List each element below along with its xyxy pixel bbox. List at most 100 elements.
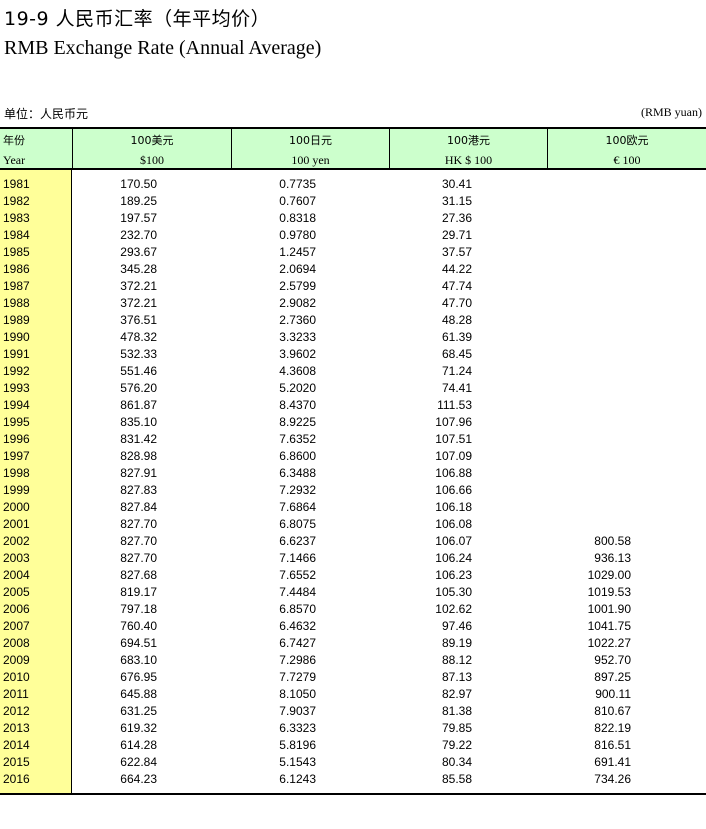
cell-jpy: 5.1543 bbox=[279, 755, 316, 769]
cell-usd: 619.32 bbox=[120, 721, 157, 735]
cell-year: 1997 bbox=[3, 449, 30, 463]
cell-year: 1984 bbox=[3, 228, 30, 242]
cell-jpy: 3.9602 bbox=[279, 347, 316, 361]
cell-eur: 816.51 bbox=[594, 738, 631, 752]
cell-eur: 952.70 bbox=[594, 653, 631, 667]
cell-usd: 861.87 bbox=[120, 398, 157, 412]
table-row: 1992 551.46 4.3608 71.24 bbox=[0, 363, 706, 380]
table-row: 2002 827.70 6.6237 106.07 800.58 bbox=[0, 533, 706, 550]
cell-usd: 551.46 bbox=[120, 364, 157, 378]
table-row: 2009 683.10 7.2986 88.12 952.70 bbox=[0, 652, 706, 669]
cell-jpy: 6.1243 bbox=[279, 772, 316, 786]
cell-year: 2014 bbox=[3, 738, 30, 752]
cell-usd: 232.70 bbox=[120, 228, 157, 242]
cell-year: 1987 bbox=[3, 279, 30, 293]
cell-usd: 622.84 bbox=[120, 755, 157, 769]
cell-year: 1989 bbox=[3, 313, 30, 327]
cell-jpy: 1.2457 bbox=[279, 245, 316, 259]
cell-hkd: 74.41 bbox=[441, 381, 472, 395]
table-row: 1988 372.21 2.9082 47.70 bbox=[0, 295, 706, 312]
header-eur: 100欧元 € 100 bbox=[548, 129, 706, 168]
cell-eur: 1022.27 bbox=[587, 636, 631, 650]
cell-eur: 900.11 bbox=[595, 687, 631, 701]
cell-usd: 760.40 bbox=[120, 619, 157, 633]
cell-hkd: 106.88 bbox=[435, 466, 472, 480]
cell-hkd: 111.53 bbox=[437, 398, 472, 412]
table-header: 年份 Year 100美元 $100 100日元 100 yen 100港元 H… bbox=[0, 127, 706, 170]
cell-hkd: 102.62 bbox=[435, 602, 472, 616]
cell-hkd: 31.15 bbox=[441, 194, 472, 208]
table-row: 2013 619.32 6.3323 79.85 822.19 bbox=[0, 720, 706, 737]
cell-year: 2016 bbox=[3, 772, 30, 786]
cell-year: 2013 bbox=[3, 721, 30, 735]
unit-label-cn: 单位：人民币元 bbox=[4, 107, 89, 121]
cell-hkd: 79.85 bbox=[441, 721, 472, 735]
cell-hkd: 44.22 bbox=[441, 262, 472, 276]
cell-hkd: 106.23 bbox=[435, 568, 472, 582]
table-row: 2008 694.51 6.7427 89.19 1022.27 bbox=[0, 635, 706, 652]
cell-usd: 293.67 bbox=[120, 245, 157, 259]
cell-jpy: 0.8318 bbox=[279, 211, 316, 225]
table-row: 2000 827.84 7.6864 106.18 bbox=[0, 499, 706, 516]
cell-jpy: 7.6352 bbox=[279, 432, 316, 446]
header-year: 年份 Year bbox=[0, 129, 73, 168]
cell-year: 1990 bbox=[3, 330, 30, 344]
table-row: 1995 835.10 8.9225 107.96 bbox=[0, 414, 706, 431]
cell-year: 2001 bbox=[3, 517, 30, 531]
cell-jpy: 7.2932 bbox=[279, 483, 316, 497]
cell-jpy: 6.4632 bbox=[279, 619, 316, 633]
table-row: 2003 827.70 7.1466 106.24 936.13 bbox=[0, 550, 706, 567]
table-row: 1991 532.33 3.9602 68.45 bbox=[0, 346, 706, 363]
header-year-cn: 年份 bbox=[3, 134, 25, 147]
cell-jpy: 7.2986 bbox=[279, 653, 316, 667]
header-hkd-cn: 100港元 bbox=[447, 134, 490, 147]
cell-hkd: 107.09 bbox=[435, 449, 472, 463]
cell-usd: 827.70 bbox=[120, 517, 157, 531]
header-jpy: 100日元 100 yen bbox=[232, 129, 390, 168]
cell-usd: 827.68 bbox=[120, 568, 157, 582]
header-usd-cn: 100美元 bbox=[130, 134, 174, 147]
unit-label-en: (RMB yuan) bbox=[641, 105, 702, 119]
cell-hkd: 47.70 bbox=[441, 296, 472, 310]
cell-hkd: 68.45 bbox=[441, 347, 472, 361]
cell-year: 1998 bbox=[3, 466, 30, 480]
cell-hkd: 79.22 bbox=[441, 738, 472, 752]
cell-usd: 631.25 bbox=[120, 704, 157, 718]
header-year-en: Year bbox=[3, 153, 26, 167]
cell-hkd: 97.46 bbox=[441, 619, 472, 633]
cell-year: 1993 bbox=[3, 381, 30, 395]
table-row: 2015 622.84 5.1543 80.34 691.41 bbox=[0, 754, 706, 771]
cell-hkd: 61.39 bbox=[441, 330, 472, 344]
cell-eur: 734.26 bbox=[594, 772, 631, 786]
cell-jpy: 6.8570 bbox=[279, 602, 316, 616]
cell-hkd: 82.97 bbox=[441, 687, 472, 701]
cell-eur: 1029.00 bbox=[587, 568, 631, 582]
cell-usd: 372.21 bbox=[120, 296, 157, 310]
cell-usd: 827.84 bbox=[120, 500, 157, 514]
cell-usd: 345.28 bbox=[120, 262, 157, 276]
cell-jpy: 7.6864 bbox=[279, 500, 316, 514]
cell-jpy: 6.3488 bbox=[279, 466, 316, 480]
cell-hkd: 107.51 bbox=[435, 432, 472, 446]
cell-usd: 614.28 bbox=[120, 738, 157, 752]
cell-eur: 936.13 bbox=[594, 551, 631, 565]
cell-usd: 189.25 bbox=[120, 194, 157, 208]
cell-eur: 810.67 bbox=[594, 704, 631, 718]
cell-jpy: 7.9037 bbox=[279, 704, 316, 718]
cell-hkd: 106.08 bbox=[435, 517, 472, 531]
cell-hkd: 106.07 bbox=[435, 534, 472, 548]
cell-hkd: 29.71 bbox=[441, 228, 472, 242]
cell-jpy: 6.8600 bbox=[279, 449, 316, 463]
cell-usd: 676.95 bbox=[120, 670, 157, 684]
cell-hkd: 80.34 bbox=[441, 755, 472, 769]
table-row: 1986 345.28 2.0694 44.22 bbox=[0, 261, 706, 278]
cell-usd: 819.17 bbox=[120, 585, 157, 599]
cell-jpy: 5.2020 bbox=[279, 381, 316, 395]
cell-usd: 197.57 bbox=[120, 211, 157, 225]
cell-year: 2011 bbox=[3, 687, 29, 701]
table-row: 1987 372.21 2.5799 47.74 bbox=[0, 278, 706, 295]
cell-eur: 822.19 bbox=[594, 721, 631, 735]
table-row: 2007 760.40 6.4632 97.46 1041.75 bbox=[0, 618, 706, 635]
cell-hkd: 107.96 bbox=[435, 415, 472, 429]
cell-eur: 691.41 bbox=[594, 755, 631, 769]
